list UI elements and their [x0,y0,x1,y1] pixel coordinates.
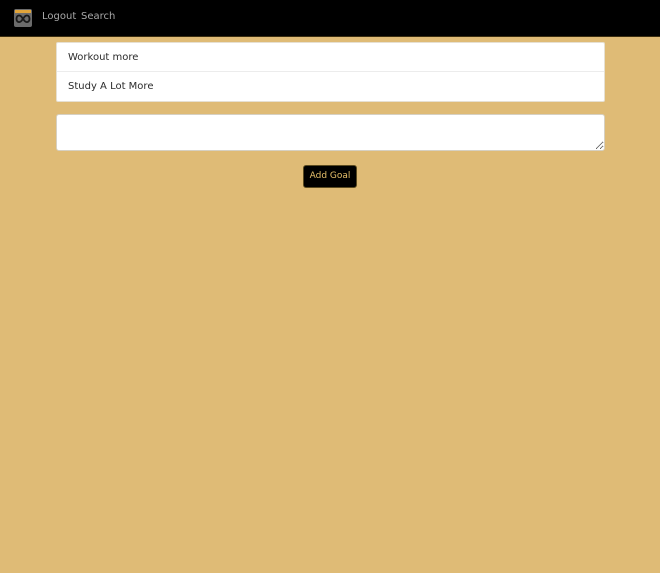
infinity-logo-icon[interactable] [14,9,32,27]
top-navbar: Logout Search [0,0,660,37]
new-goal-textarea[interactable] [56,114,605,151]
goal-list: Workout more Study A Lot More [56,42,605,102]
logout-link[interactable]: Logout [42,11,76,23]
add-goal-button[interactable]: Add Goal [303,165,357,188]
search-link[interactable]: Search [81,11,115,23]
goal-item[interactable]: Study A Lot More [57,72,604,101]
goal-item[interactable]: Workout more [57,43,604,72]
